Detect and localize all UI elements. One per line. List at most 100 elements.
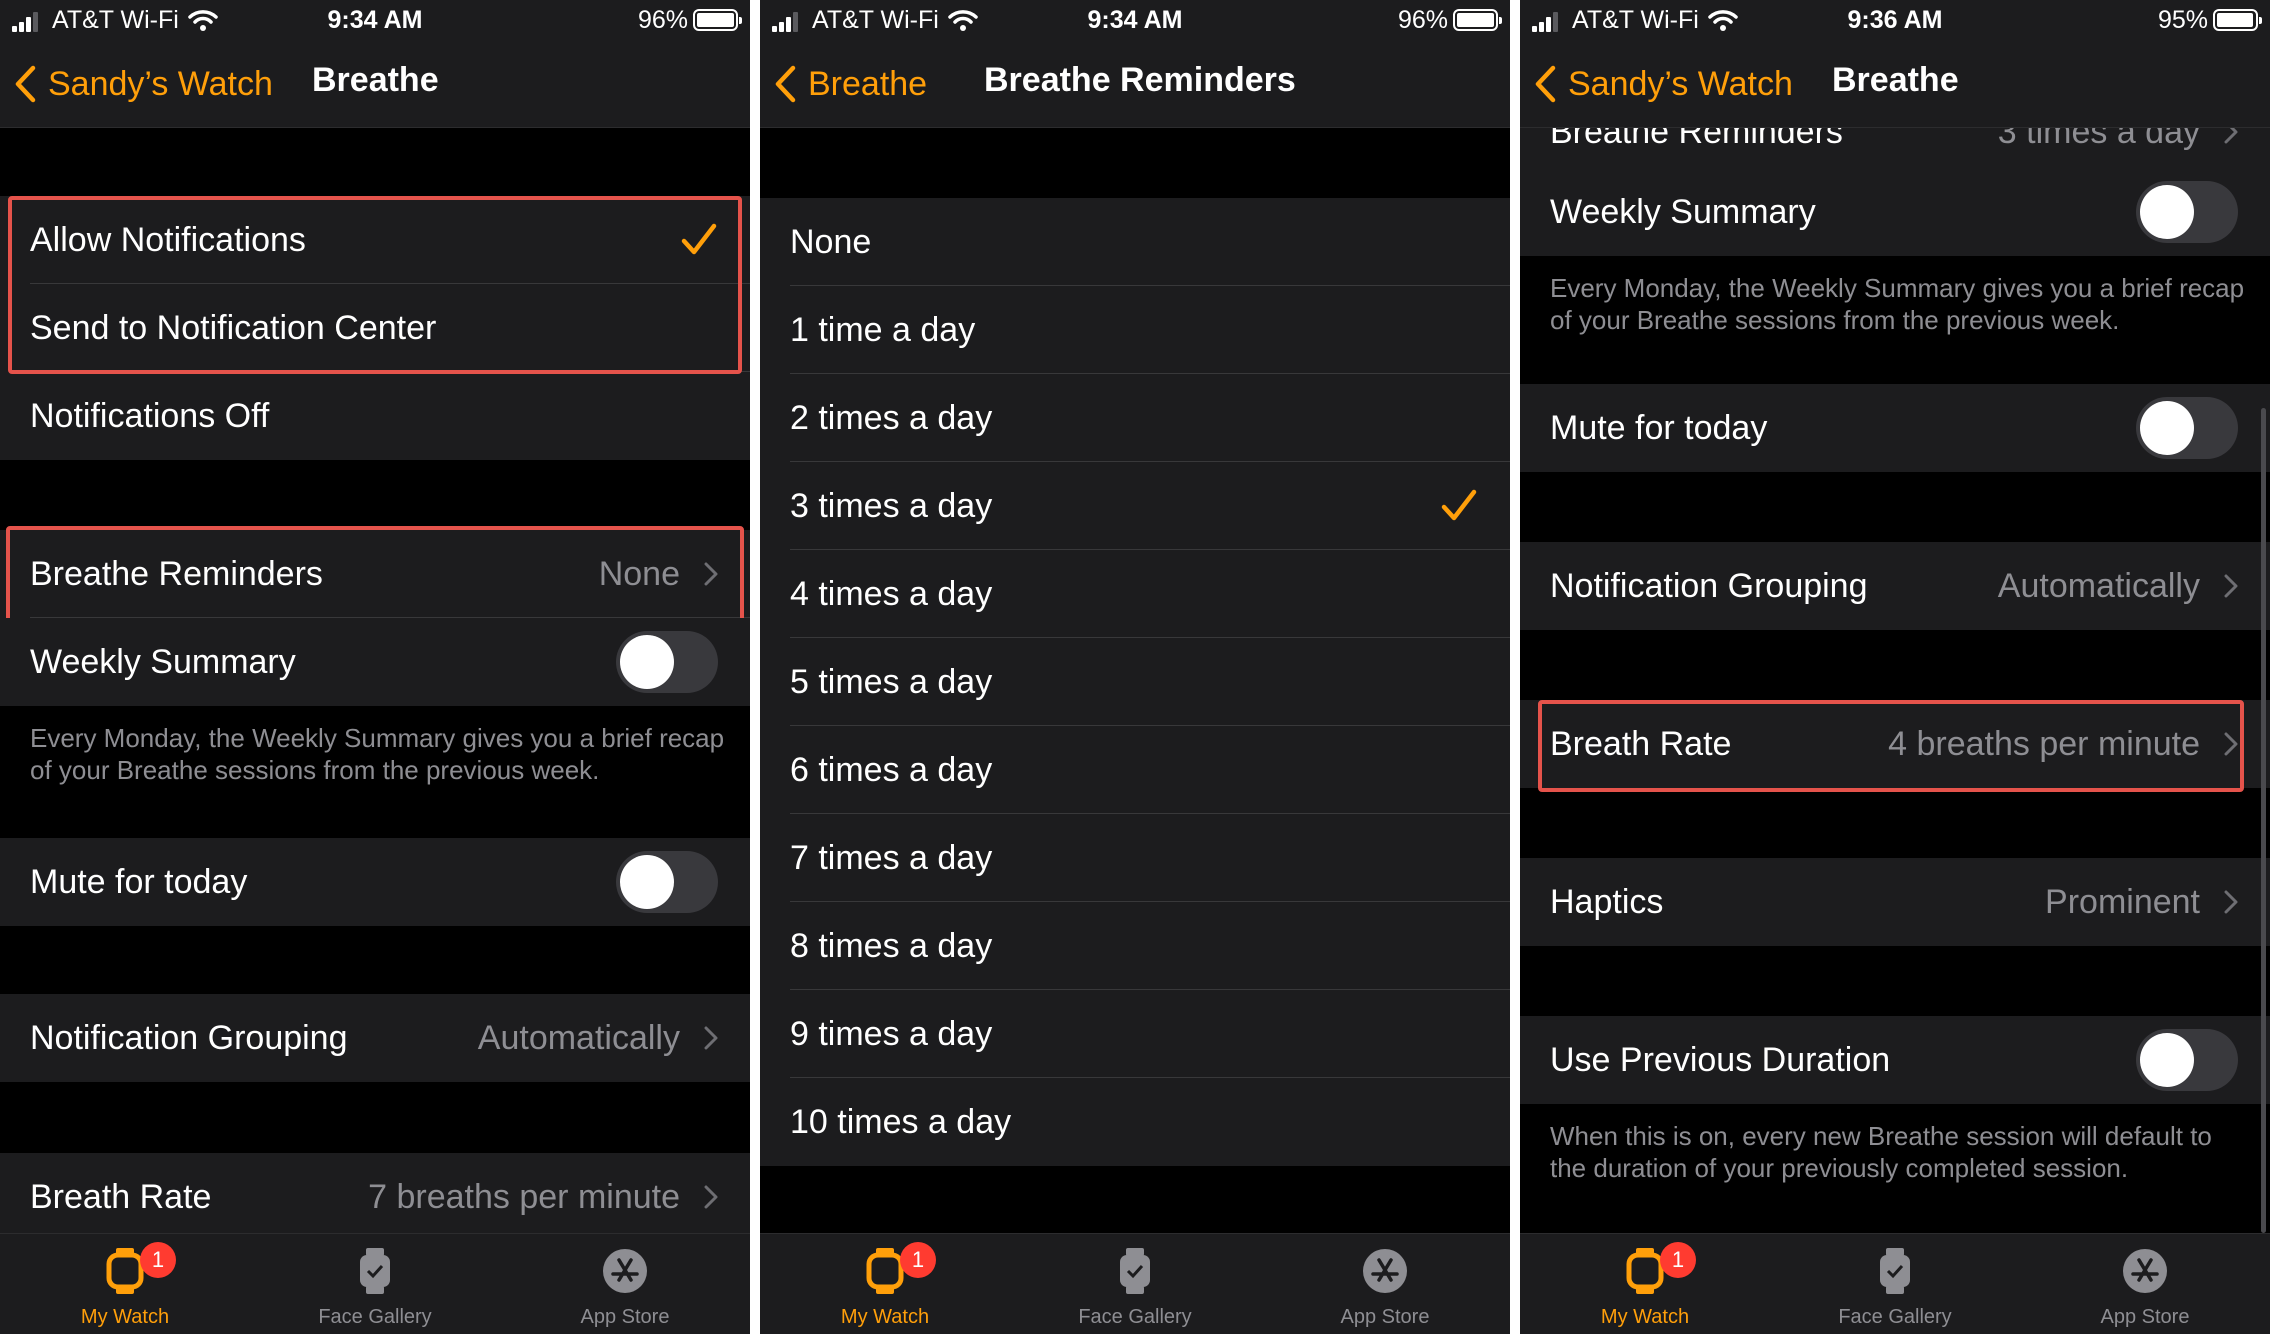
reminder-option[interactable]: 4 times a day xyxy=(760,550,1510,638)
row-breath-rate[interactable]: Breath Rate 7 breaths per minute xyxy=(0,1153,750,1233)
tab-face-gallery[interactable]: Face Gallery xyxy=(1770,1234,2020,1334)
reminder-option[interactable]: 5 times a day xyxy=(760,638,1510,726)
page-title: Breathe Reminders xyxy=(984,61,1296,99)
row-label: Weekly Summary xyxy=(30,643,296,681)
tab-my-watch[interactable]: 1 My Watch xyxy=(760,1234,1010,1334)
tab-face-gallery[interactable]: Face Gallery xyxy=(250,1234,500,1334)
row-label: Breathe Reminders xyxy=(30,555,323,593)
tab-bar: 1 My Watch Face Gallery App Store xyxy=(0,1233,750,1334)
weekly-summary-footnote: Every Monday, the Weekly Summary gives y… xyxy=(1550,273,2245,335)
reminder-option[interactable]: 2 times a day xyxy=(760,374,1510,462)
tab-face-gallery[interactable]: Face Gallery xyxy=(1010,1234,1260,1334)
weekly-summary-toggle[interactable] xyxy=(2136,181,2238,243)
reminder-option[interactable]: 3 times a day xyxy=(760,462,1510,550)
row-allow-notifications[interactable]: Allow Notifications xyxy=(0,196,750,284)
row-haptics[interactable]: Haptics Prominent xyxy=(1520,858,2270,946)
reminder-option[interactable]: 1 time a day xyxy=(760,286,1510,374)
reminder-option[interactable]: 6 times a day xyxy=(760,726,1510,814)
row-label: Send to Notification Center xyxy=(30,309,437,347)
option-label: 10 times a day xyxy=(790,1103,1012,1141)
back-label: Breathe xyxy=(808,64,928,103)
row-label: Notifications Off xyxy=(30,397,270,435)
row-send-to-notification-center[interactable]: Send to Notification Center xyxy=(0,284,750,372)
row-weekly-summary: Weekly Summary xyxy=(0,618,750,706)
chevron-right-icon xyxy=(704,562,718,586)
app-store-icon xyxy=(1363,1249,1407,1293)
mute-today-toggle[interactable] xyxy=(616,851,718,913)
option-label: 4 times a day xyxy=(790,575,993,613)
reminder-options-list: None 1 time a day 2 times a day 3 times a d… xyxy=(760,128,1510,1233)
tab-label: Face Gallery xyxy=(1078,1306,1192,1328)
use-previous-duration-footnote: When this is on, every new Breathe sessi… xyxy=(1550,1121,2212,1183)
row-label: Use Previous Duration xyxy=(1550,1041,1891,1079)
row-notification-grouping[interactable]: Notification Grouping Automatically xyxy=(0,994,750,1082)
option-label: 5 times a day xyxy=(790,663,993,701)
notification-badge: 1 xyxy=(140,1242,176,1278)
tab-app-store[interactable]: App Store xyxy=(2020,1234,2270,1334)
row-value: None xyxy=(598,555,680,593)
checkmark-icon xyxy=(681,223,717,255)
back-button[interactable]: Breathe xyxy=(760,60,927,108)
screen-breathe-settings: AT&T Wi-Fi 9:34 AM 96% Sandy’s Watch Bre… xyxy=(0,0,750,1334)
weekly-summary-toggle[interactable] xyxy=(616,631,718,693)
scrollbar[interactable] xyxy=(2261,408,2266,1233)
chevron-right-icon xyxy=(2224,128,2238,144)
row-label: Notification Grouping xyxy=(1550,567,1868,605)
reminder-option[interactable]: 8 times a day xyxy=(760,902,1510,990)
tab-label: Face Gallery xyxy=(318,1306,432,1328)
row-breath-rate[interactable]: Breath Rate 4 breaths per minute xyxy=(1520,700,2270,788)
reminder-option[interactable]: None xyxy=(760,198,1510,286)
tab-app-store[interactable]: App Store xyxy=(1260,1234,1510,1334)
tab-bar: 1 My Watch Face Gallery App Store xyxy=(1520,1233,2270,1334)
settings-list: Breathe Reminders 3 times a day Weekly S… xyxy=(1520,128,2270,1233)
chevron-right-icon xyxy=(704,1185,718,1209)
back-button[interactable]: Sandy’s Watch xyxy=(0,60,273,108)
back-label: Sandy’s Watch xyxy=(48,64,273,103)
tab-label: My Watch xyxy=(1600,1306,1690,1328)
row-label: Notification Grouping xyxy=(30,1019,348,1057)
face-gallery-icon xyxy=(1120,1248,1150,1294)
notification-badge: 1 xyxy=(900,1242,936,1278)
chevron-left-icon xyxy=(1535,65,1556,103)
chevron-left-icon xyxy=(15,65,36,103)
row-value: Prominent xyxy=(2045,883,2200,921)
row-label: Weekly Summary xyxy=(1550,193,1816,231)
tab-my-watch[interactable]: 1 My Watch xyxy=(0,1234,250,1334)
row-value: Automatically xyxy=(477,1019,680,1057)
tab-label: App Store xyxy=(1340,1306,1430,1328)
screen-breathe-reminders: AT&T Wi-Fi 9:34 AM 96% Breathe Breathe R… xyxy=(760,0,1510,1334)
option-label: 8 times a day xyxy=(790,927,993,965)
option-label: 9 times a day xyxy=(790,1015,993,1053)
tab-my-watch[interactable]: 1 My Watch xyxy=(1520,1234,1770,1334)
tab-app-store[interactable]: App Store xyxy=(500,1234,750,1334)
row-breathe-reminders[interactable]: Breathe Reminders None xyxy=(0,530,750,618)
battery-percent: 96% xyxy=(1397,6,1448,34)
row-notifications-off[interactable]: Notifications Off xyxy=(0,372,750,460)
back-button[interactable]: Sandy’s Watch xyxy=(1520,60,1793,108)
page-title: Breathe xyxy=(1832,61,1959,99)
option-label: 3 times a day xyxy=(790,487,993,525)
row-label: Breath Rate xyxy=(1550,725,1732,763)
row-notification-grouping[interactable]: Notification Grouping Automatically xyxy=(1520,542,2270,630)
mute-today-toggle[interactable] xyxy=(2136,397,2238,459)
row-label: Haptics xyxy=(1550,883,1664,921)
face-gallery-icon xyxy=(360,1248,390,1294)
navigation-bar: Breathe Breathe Reminders xyxy=(760,40,1510,128)
weekly-summary-footnote: Every Monday, the Weekly Summary gives y… xyxy=(30,723,725,785)
chevron-right-icon xyxy=(2224,574,2238,598)
face-gallery-icon xyxy=(1880,1248,1910,1294)
back-label: Sandy’s Watch xyxy=(1568,64,1793,103)
chevron-right-icon xyxy=(2224,890,2238,914)
reminder-option[interactable]: 9 times a day xyxy=(760,990,1510,1078)
battery-icon xyxy=(1453,9,1502,31)
status-bar: AT&T Wi-Fi 9:34 AM 96% xyxy=(760,0,1510,40)
battery-icon xyxy=(693,9,742,31)
screen-breathe-settings-scrolled: AT&T Wi-Fi 9:36 AM 95% Breathe Reminders… xyxy=(1520,0,2270,1334)
use-previous-duration-toggle[interactable] xyxy=(2136,1029,2238,1091)
row-label: Mute for today xyxy=(30,863,248,901)
reminder-option[interactable]: 7 times a day xyxy=(760,814,1510,902)
tab-label: App Store xyxy=(2100,1306,2190,1328)
reminder-option[interactable]: 10 times a day xyxy=(760,1078,1510,1166)
tab-label: My Watch xyxy=(80,1306,170,1328)
option-label: 6 times a day xyxy=(790,751,993,789)
